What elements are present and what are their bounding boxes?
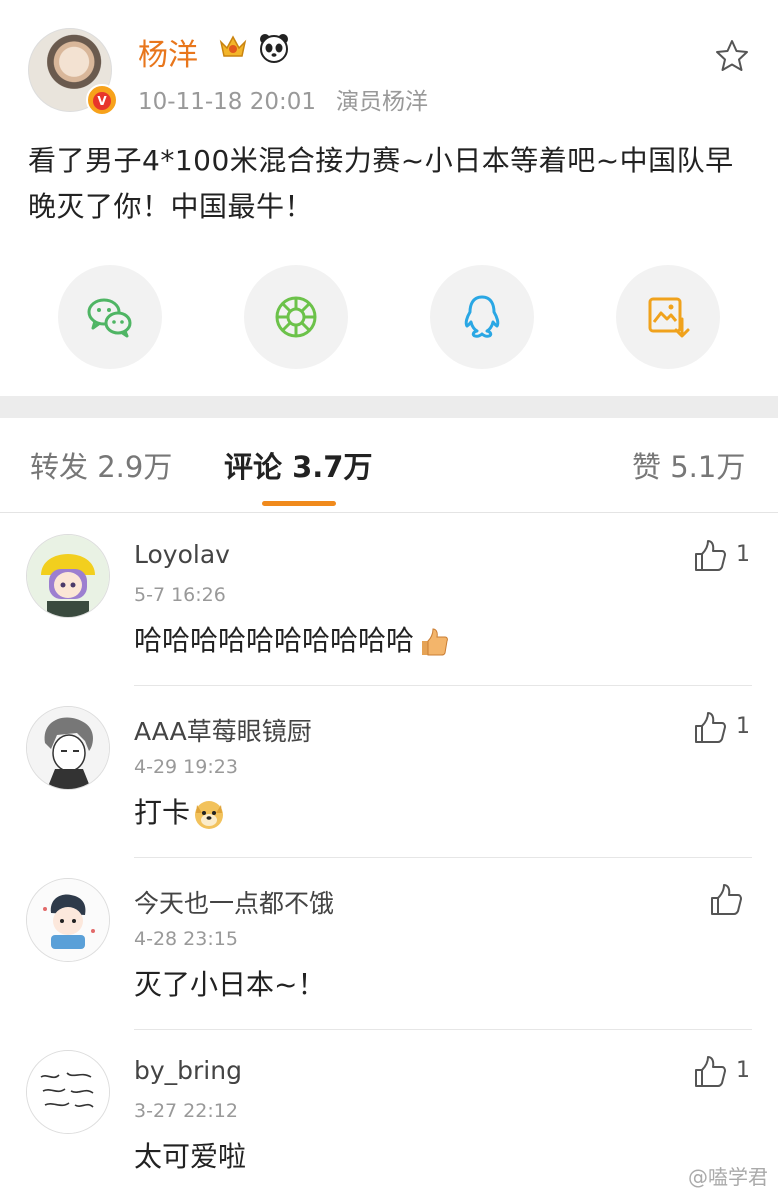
commenter-avatar[interactable] [26,534,110,618]
commenter-name[interactable]: 今天也一点都不饿 [134,884,334,920]
like-count: 1 [736,1058,750,1083]
comment-item[interactable]: Loyolav 5-7 16:26 哈哈哈哈哈哈哈哈哈哈 1 [0,514,778,686]
post-content: 看了男子4*100米混合接力赛~小日本等着吧~中国队早晚灭了你！中国最牛！ [28,144,734,223]
post-meta: 10-11-18 20:01 演员杨洋 [138,82,428,116]
commenter-name[interactable]: AAA草莓眼镜厨 [134,712,312,748]
commenter-avatar[interactable] [26,706,110,790]
tabs-divider [0,512,778,513]
wechat-icon [87,298,132,338]
favorite-star-icon[interactable] [714,38,750,74]
author-name[interactable]: 杨洋 [138,30,198,74]
tab-repost[interactable]: 转发 2.9万 [30,444,172,486]
comment-text: 太可爱啦 [134,1140,247,1173]
section-divider [0,396,778,418]
like-icon[interactable] [692,710,728,746]
comment-text: 打卡 [134,791,226,831]
post-timestamp: 10-11-18 20:01 [138,89,316,115]
comment-text: 哈哈哈哈哈哈哈哈哈哈 [134,619,450,659]
like-icon[interactable] [692,1054,728,1090]
like-icon[interactable] [692,538,728,574]
comment-time: 5-7 16:26 [134,584,226,606]
doge-emoji-icon [195,801,224,829]
share-qq-button[interactable] [430,265,534,369]
comment-text: 灭了小日本~！ [134,968,326,1001]
save-image-icon [648,297,690,338]
share-moments-button[interactable] [244,265,348,369]
commenter-name[interactable]: Loyolav [134,540,230,569]
commenter-avatar[interactable] [26,878,110,962]
panda-badge-icon [260,34,288,63]
commenter-avatar[interactable] [26,1050,110,1134]
post-source[interactable]: 演员杨洋 [336,89,428,115]
comment-item[interactable]: AAA草莓眼镜厨 4-29 19:23 打卡 1 [0,686,778,858]
comment-time: 4-29 19:23 [134,756,238,778]
comment-item[interactable]: 今天也一点都不饿 4-28 23:15 灭了小日本~！ [0,858,778,1030]
verified-badge: V [86,84,118,116]
comment-time: 4-28 23:15 [134,928,238,950]
comment-item[interactable]: by_bring 3-27 22:12 太可爱啦 1 [0,1030,778,1202]
comment-time: 3-27 22:12 [134,1100,238,1122]
like-icon[interactable] [708,882,744,918]
share-wechat-button[interactable] [58,265,162,369]
like-count: 1 [736,542,750,567]
watermark: @嗑学君 [688,1165,768,1189]
commenter-name[interactable]: by_bring [134,1056,242,1085]
like-count: 1 [736,714,750,739]
tab-comments[interactable]: 评论 3.7万 [224,444,372,486]
tab-likes[interactable]: 赞 5.1万 [632,444,745,486]
save-image-button[interactable] [616,265,720,369]
moments-icon [275,296,317,338]
qq-icon [464,295,500,338]
thumbs-up-emoji-icon [422,628,448,656]
crown-badge-icon [219,35,247,57]
active-tab-indicator [262,501,336,506]
